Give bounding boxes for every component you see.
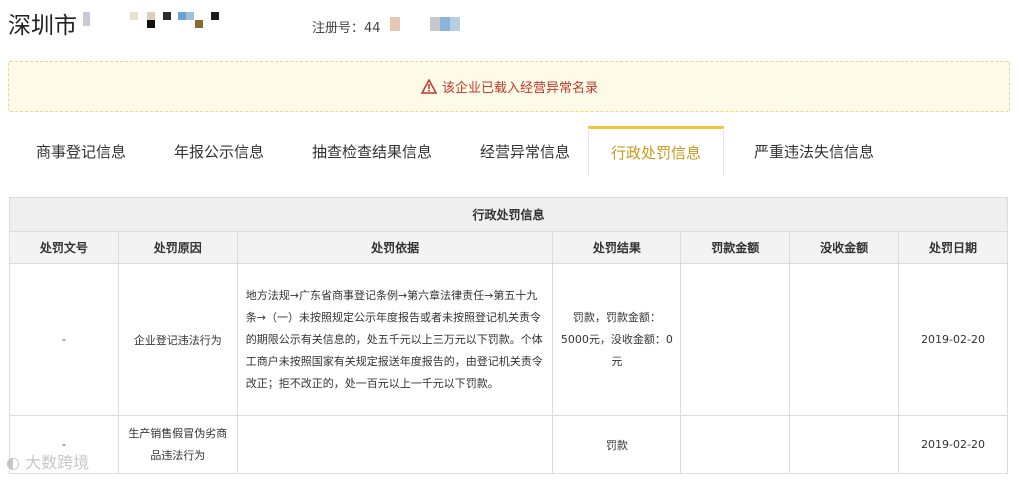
tab-annual-report[interactable]: 年报公示信息 <box>154 126 284 176</box>
warning-icon <box>420 79 438 95</box>
redaction-mask <box>178 12 186 20</box>
redaction-mask <box>130 12 138 20</box>
alert-message: 该企业已载入经营异常名录 <box>441 81 598 96</box>
tab-inspection-results[interactable]: 抽查检查结果信息 <box>292 126 452 176</box>
penalty-basis <box>236 415 554 474</box>
penalty-date: 2019-02-20 <box>898 415 1008 474</box>
penalty-table: 行政处罚信息 处罚文号 处罚原因 处罚依据 处罚结果 罚款金额 没收金额 处罚日… <box>9 197 1008 474</box>
redaction-mask <box>450 17 460 31</box>
company-name: 深圳市 <box>8 13 77 39</box>
column-header: 处罚依据 <box>236 231 554 264</box>
fine-amount <box>680 415 791 474</box>
redaction-mask <box>186 12 194 20</box>
tab-administrative-penalty[interactable]: 行政处罚信息 <box>588 126 724 176</box>
column-header: 处罚日期 <box>898 231 1008 264</box>
tab-business-registration[interactable]: 商事登记信息 <box>16 126 146 176</box>
tab-bar: 商事登记信息 年报公示信息 抽查检查结果信息 经营异常信息 行政处罚信息 严重违… <box>8 126 1010 176</box>
redaction-mask <box>83 12 90 26</box>
penalty-result: 罚款 <box>552 415 682 474</box>
redaction-mask <box>147 12 155 20</box>
confiscated-amount <box>789 415 900 474</box>
penalty-doc-no: - <box>9 263 119 416</box>
redaction-mask <box>390 17 400 31</box>
registration-number: 注册号：44 <box>312 21 381 36</box>
tab-abnormal-operation[interactable]: 经营异常信息 <box>460 126 590 176</box>
penalty-basis: 地方法规→广东省商事登记条例→第六章法律责任→第五十九条→（一）未按照规定公示年… <box>236 263 554 416</box>
redaction-mask <box>430 17 440 31</box>
column-header: 没收金额 <box>789 231 900 264</box>
column-header: 处罚文号 <box>9 231 119 264</box>
column-header: 罚款金额 <box>680 231 791 264</box>
redaction-mask <box>211 12 219 20</box>
table-row: - 生产销售假冒伪劣商品违法行为 罚款 2019-02-20 <box>9 415 1008 474</box>
abnormal-operation-alert: 该企业已载入经营异常名录 <box>8 61 1010 112</box>
tab-serious-violation[interactable]: 严重违法失信信息 <box>734 126 894 176</box>
watermark-logo-icon: ◐ <box>6 453 20 472</box>
redaction-mask <box>195 20 203 28</box>
watermark-text: 大数跨境 <box>25 453 90 472</box>
redaction-mask <box>147 20 155 28</box>
penalty-result: 罚款，罚款金额：5000元，没收金额：0元 <box>552 263 682 416</box>
table-caption: 行政处罚信息 <box>9 197 1008 232</box>
column-header: 处罚原因 <box>117 231 238 264</box>
redaction-mask <box>440 17 450 31</box>
fine-amount <box>680 263 791 416</box>
penalty-date: 2019-02-20 <box>898 263 1008 416</box>
header: 深圳市 注册号：44 <box>0 0 1019 50</box>
table-row: - 企业登记违法行为 地方法规→广东省商事登记条例→第六章法律责任→第五十九条→… <box>9 263 1008 416</box>
confiscated-amount <box>789 263 900 416</box>
penalty-reason: 生产销售假冒伪劣商品违法行为 <box>117 415 238 474</box>
watermark: ◐ 大数跨境 <box>6 449 89 473</box>
redaction-mask <box>163 12 171 20</box>
column-header: 处罚结果 <box>552 231 682 264</box>
penalty-reason: 企业登记违法行为 <box>117 263 238 416</box>
